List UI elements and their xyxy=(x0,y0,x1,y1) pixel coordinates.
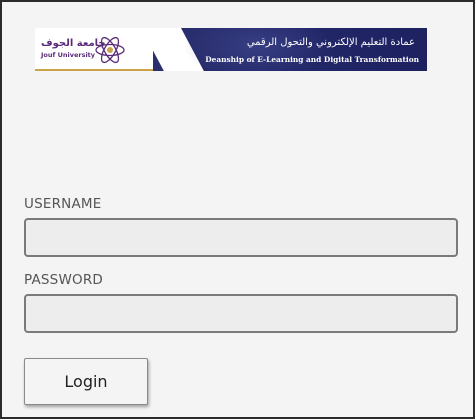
username-label: USERNAME xyxy=(24,196,102,212)
atom-logo-icon xyxy=(95,36,125,64)
login-window: جامعة الجوف Jouf University عمادة التعلي… xyxy=(0,0,475,419)
deanship-title-area: عمادة التعليم الإلكتروني والتحول الرقمي … xyxy=(153,28,427,71)
university-logo-area: جامعة الجوف Jouf University xyxy=(35,28,153,71)
password-label: PASSWORD xyxy=(24,272,104,288)
university-name-english: Jouf University xyxy=(41,51,96,59)
deanship-name-english: Deanship of E-Learning and Digital Trans… xyxy=(205,55,419,64)
header-banner: جامعة الجوف Jouf University عمادة التعلي… xyxy=(35,28,427,71)
password-input[interactable] xyxy=(24,294,458,333)
username-input[interactable] xyxy=(24,218,458,257)
login-button[interactable]: Login xyxy=(24,358,148,405)
deanship-name-arabic: عمادة التعليم الإلكتروني والتحول الرقمي xyxy=(246,37,415,48)
